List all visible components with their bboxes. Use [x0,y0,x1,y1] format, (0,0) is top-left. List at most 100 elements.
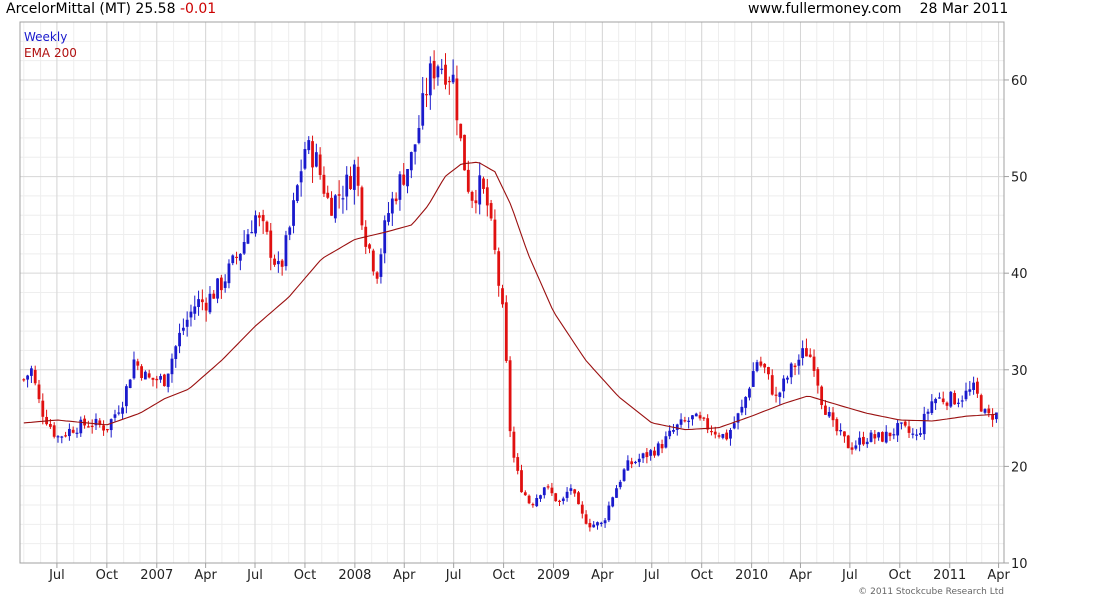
legend-weekly: Weekly [24,30,68,44]
candle-up [109,419,113,431]
x-tick-label: 2007 [140,568,173,583]
candle-down [485,187,489,206]
candle-down [86,426,90,428]
candle-up [284,235,288,267]
candle-up [539,495,542,499]
candle-down [550,487,554,494]
candle-down [881,432,884,442]
candle-down [584,514,588,524]
candle-up [877,432,881,438]
candle-up [117,412,121,414]
candle-up [223,281,227,288]
candle-up [797,359,801,366]
candle-up [896,423,900,436]
x-tick-label: Apr [393,568,416,583]
candle-down [520,470,523,493]
candle-up [406,168,409,187]
candle-down [888,432,892,437]
candle-down [482,178,485,189]
candle-up [246,234,250,244]
candle-down [793,365,797,368]
candle-down [759,361,763,366]
candle-down [630,461,634,465]
candle-up [592,524,596,528]
candle-up [691,415,694,420]
candle-up [858,437,862,445]
candle-up [854,445,858,449]
candle-down [235,256,238,259]
candle-down [573,489,577,494]
candle-up [919,433,922,435]
candle-up [67,428,71,437]
candle-up [687,420,691,422]
candle-up [626,460,630,471]
candle-up [751,371,755,387]
candle-down [71,429,75,433]
candle-up [748,388,751,398]
candle-up [29,368,33,376]
y-tick-label: 10 [1011,557,1028,572]
candle-down [812,356,816,371]
candle-down [140,366,143,378]
candle-down [516,457,520,471]
candle-up [694,413,698,417]
candle-up [930,401,934,414]
candle-up [303,149,307,169]
candle-down [463,134,466,171]
candle-up [26,375,29,380]
candle-down [447,81,451,83]
candle-down [991,414,995,420]
candle-up [915,434,919,436]
candle-down [394,198,398,202]
candle-up [299,171,303,183]
candle-up [276,261,280,265]
candle-down [455,78,459,121]
candle-down [558,500,561,502]
x-tick-label: 2010 [735,568,768,583]
candle-up [341,198,345,200]
candle-up [778,392,782,397]
candle-down [907,426,911,433]
candle-down [371,250,375,272]
candle-down [805,348,808,357]
candle-down [48,423,52,427]
candle-down [204,302,208,311]
candle-down [698,415,702,419]
grid-lines [20,22,1004,564]
candle-up [983,409,987,413]
candle-up [884,431,888,443]
candle-up [801,348,805,359]
x-tick-label: Jul [841,568,858,583]
candle-up [436,66,440,78]
candle-down [493,219,497,250]
candle-down [497,251,501,286]
candle-down [105,429,109,431]
candle-down [147,373,151,378]
candle-up [417,127,421,143]
candle-down [501,288,504,305]
candle-up [949,391,953,407]
candle-down [257,215,261,218]
candle-up [839,429,843,432]
candle-down [850,447,854,450]
candle-down [767,367,770,375]
candle-down [580,504,584,514]
x-tick-label: Oct [889,568,911,583]
candle-up [428,63,432,96]
x-tick-label: Apr [789,568,812,583]
candle-down [200,299,204,303]
candle-down [90,425,94,427]
candle-down [360,187,364,226]
candle-up [729,429,732,439]
y-tick-label: 20 [1011,460,1028,475]
candle-up [238,253,242,261]
candle-up [75,432,79,434]
candle-down [368,244,371,249]
candle-up [181,327,185,331]
candle-down [953,392,957,405]
y-tick-label: 60 [1011,74,1028,89]
candle-up [398,174,402,200]
candle-up [128,379,132,389]
candle-up [972,382,976,390]
candle-down [261,214,265,222]
